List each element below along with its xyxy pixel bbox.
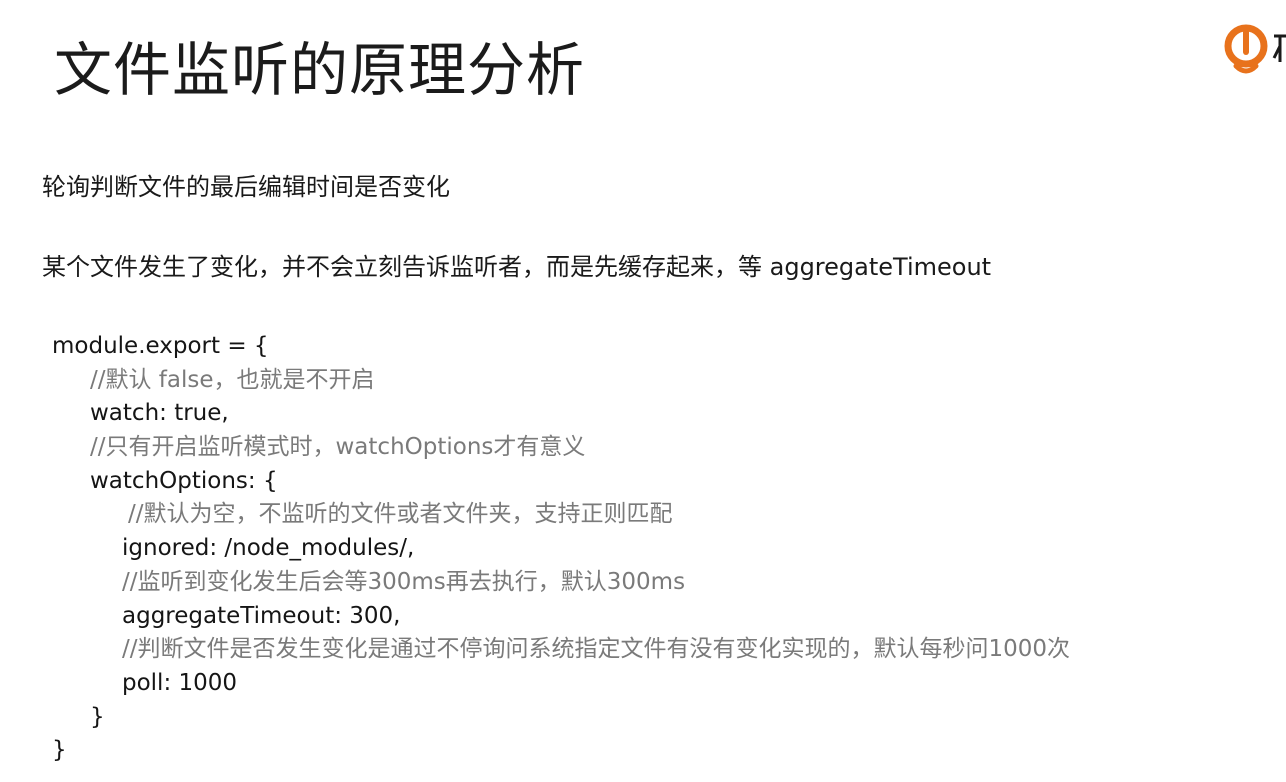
code-line-watch: watch: true, — [90, 400, 229, 427]
code-line-inner-close-brace: } — [90, 703, 105, 730]
code-line-watch-options: watchOptions: { — [90, 467, 278, 494]
code-line-poll: poll: 1000 — [122, 669, 238, 696]
code-line-module-export: module.export = { — [52, 333, 269, 359]
code-comment-watch-options: //只有开启监听模式时，watchOptions才有意义 — [90, 434, 586, 461]
code-block: module.export = { //默认 false，也就是不开启 watc… — [52, 330, 1070, 768]
brand-logo-icon — [1222, 22, 1286, 78]
code-comment-poll: //判断文件是否发生变化是通过不停询问系统指定文件有没有变化实现的，默认每秒问1… — [122, 636, 1071, 663]
code-line-outer-close-brace: } — [52, 737, 67, 764]
code-comment-watch-default: //默认 false，也就是不开启 — [90, 366, 375, 393]
code-line-ignored: ignored: /node_modules/, — [122, 535, 415, 562]
code-line-aggregate-timeout: aggregateTimeout: 300, — [122, 602, 401, 629]
description-polling: 轮询判断文件的最后编辑时间是否变化 — [42, 173, 450, 201]
code-comment-ignored: //默认为空，不监听的文件或者文件夹，支持正则匹配 — [128, 501, 673, 528]
code-comment-aggregate-timeout: //监听到变化发生后会等300ms再去执行，默认300ms — [122, 568, 686, 595]
slide-title: 文件监听的原理分析 — [54, 36, 586, 104]
description-aggregate-timeout: 某个文件发生了变化，并不会立刻告诉监听者，而是先缓存起来，等 aggregate… — [42, 253, 992, 281]
